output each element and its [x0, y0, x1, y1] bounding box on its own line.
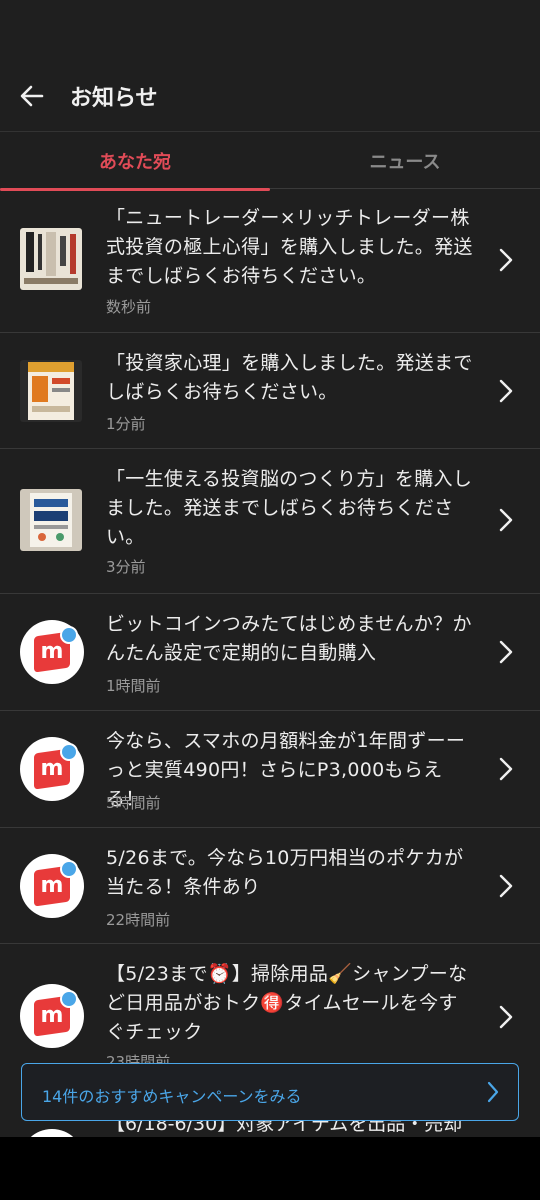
notification-time: 数秒前 — [106, 298, 152, 316]
notification-time: 3分前 — [106, 558, 146, 576]
mercari-logo-icon: m — [20, 620, 84, 684]
page-title: お知らせ — [70, 86, 158, 111]
notification-time: 1分前 — [106, 415, 146, 433]
notification-text: 【6/18-6/30】対象アイテムを出品・売却 — [106, 1121, 463, 1135]
book-cover-thumbnail — [20, 489, 82, 551]
notification-text: 「投資家心理」を購入しました。発送までしばらくお待ちください。 — [106, 352, 473, 403]
chevron-right-icon — [499, 757, 513, 781]
notification-text: 5/26まで。今なら10万円相当のポケカが当たる！条件あり — [106, 847, 464, 898]
mercari-logo-icon — [20, 1129, 84, 1137]
notification-time: 22時間前 — [106, 911, 171, 929]
arrow-left-icon[interactable] — [18, 82, 46, 110]
tab-label: ニュース — [369, 152, 441, 173]
chevron-right-icon — [499, 379, 513, 403]
notification-item[interactable]: m ビットコインつみたてはじめませんか？かんたん設定で定期的に自動購入 1時間前 — [0, 594, 540, 711]
notification-item[interactable]: 「一生使える投資脳のつくり方」を購入しました。発送までしばらくお待ちください。 … — [0, 449, 540, 594]
mercari-logo-icon: m — [20, 737, 84, 801]
mercari-logo-icon: m — [20, 854, 84, 918]
notification-time: 5時間前 — [106, 794, 161, 812]
tab-for-you[interactable]: あなた宛 — [0, 133, 270, 191]
notification-text: 「ニュートレーダー×リッチトレーダー株式投資の極上心得」を購入しました。発送まで… — [106, 207, 473, 287]
notification-item[interactable]: m 5/26まで。今なら10万円相当のポケカが当たる！条件あり 22時間前 — [0, 828, 540, 944]
notification-text: 【5/23まで⏰】掃除用品🧹シャンプーなど日用品がおトク🉐タイムセールを今すぐチ… — [106, 963, 468, 1043]
notification-item[interactable]: m 今なら、スマホの月額料金が1年間ずーーっと実質490円！さらにP3,000も… — [0, 711, 540, 828]
chevron-right-icon — [487, 1081, 499, 1103]
partial-notification-item: 【6/18-6/30】対象アイテムを出品・売却 — [0, 1121, 540, 1137]
mercari-logo-icon: m — [20, 984, 84, 1048]
notification-item[interactable]: 「投資家心理」を購入しました。発送までしばらくお待ちください。 1分前 — [0, 333, 540, 449]
chevron-right-icon — [499, 1005, 513, 1029]
notification-text: 今なら、スマホの月額料金が1年間ずーーっと実質490円！さらにP3,000もらえ… — [106, 730, 466, 810]
notification-text: 「一生使える投資脳のつくり方」を購入しました。発送までしばらくお待ちください。 — [106, 468, 473, 548]
chevron-right-icon — [499, 508, 513, 532]
screen: お知らせ あなた宛 ニュース 「ニュートレーダー×リッチトレーダー株式投資の極上… — [0, 0, 540, 1137]
campaign-banner-label: 14件のおすすめキャンペーンをみる — [42, 1087, 302, 1106]
chevron-right-icon — [499, 248, 513, 272]
notification-item[interactable]: 「ニュートレーダー×リッチトレーダー株式投資の極上心得」を購入しました。発送まで… — [0, 190, 540, 333]
tab-bar: あなた宛 ニュース — [0, 133, 540, 191]
book-cover-thumbnail — [20, 228, 82, 290]
book-cover-thumbnail — [20, 360, 82, 422]
app-header: お知らせ — [0, 58, 540, 132]
notification-time: 1時間前 — [106, 677, 161, 695]
notification-list: 「ニュートレーダー×リッチトレーダー株式投資の極上心得」を購入しました。発送まで… — [0, 190, 540, 1089]
campaign-banner-button[interactable]: 14件のおすすめキャンペーンをみる — [21, 1063, 519, 1121]
tab-news[interactable]: ニュース — [270, 133, 540, 189]
chevron-right-icon — [499, 640, 513, 664]
notification-text: ビットコインつみたてはじめませんか？かんたん設定で定期的に自動購入 — [106, 613, 472, 664]
chevron-right-icon — [499, 874, 513, 898]
tab-label: あなた宛 — [99, 152, 171, 173]
